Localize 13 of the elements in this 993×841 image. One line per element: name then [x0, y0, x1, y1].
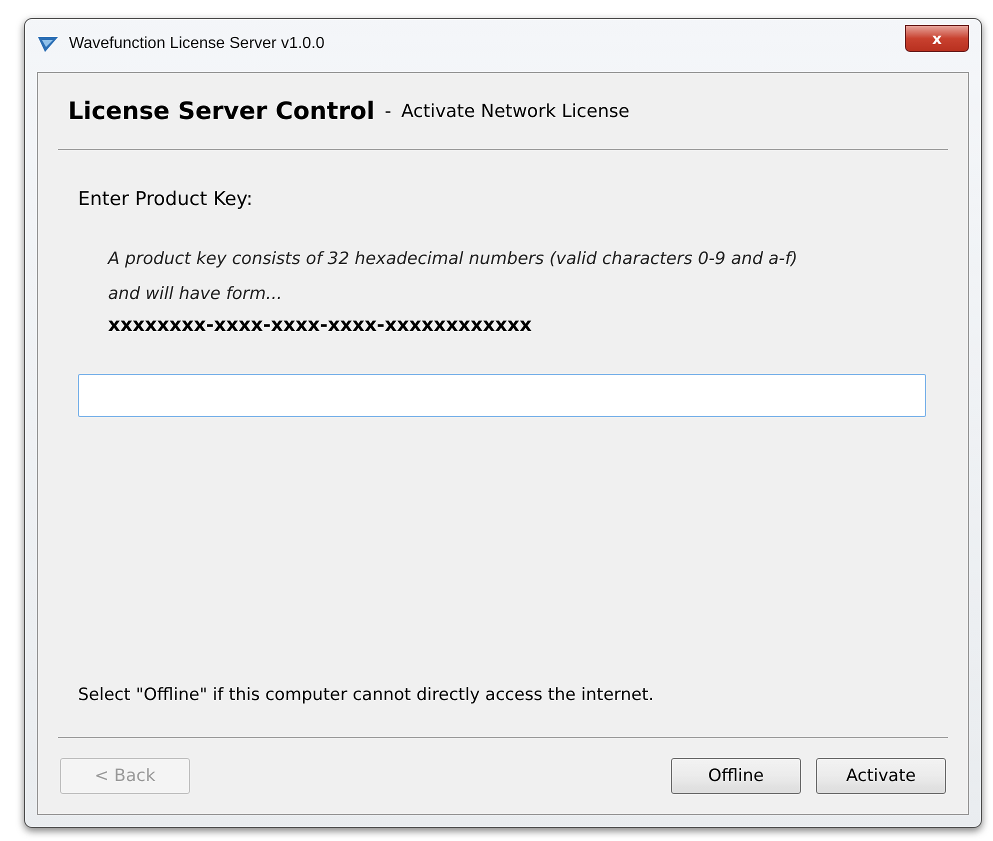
page-title: License Server Control — [68, 97, 375, 125]
dialog-button[interactable]: Offline — [671, 758, 801, 794]
title-separator: - — [384, 100, 392, 122]
key-format: xxxxxxxx-xxxx-xxxx-xxxx-xxxxxxxxxxxx — [108, 314, 533, 336]
product-key-field[interactable] — [78, 374, 926, 417]
hint-text: A product key consists of 32 hexadecimal numbers (valid characters 0-9 and a-f) and will have form... — [108, 248, 799, 306]
offline-note: Select "Offline" if this computer cannot directly access the internet. — [78, 685, 655, 705]
app-logo-icon — [37, 35, 59, 53]
page-subtitle: Activate Network License — [401, 100, 630, 122]
window-title: Wavefunction License Server v1.0.0 — [69, 35, 325, 53]
field-label: Enter Product Key: — [78, 188, 254, 210]
close-button[interactable]: x — [905, 25, 969, 52]
dialog-button[interactable]: Activate — [816, 758, 946, 794]
